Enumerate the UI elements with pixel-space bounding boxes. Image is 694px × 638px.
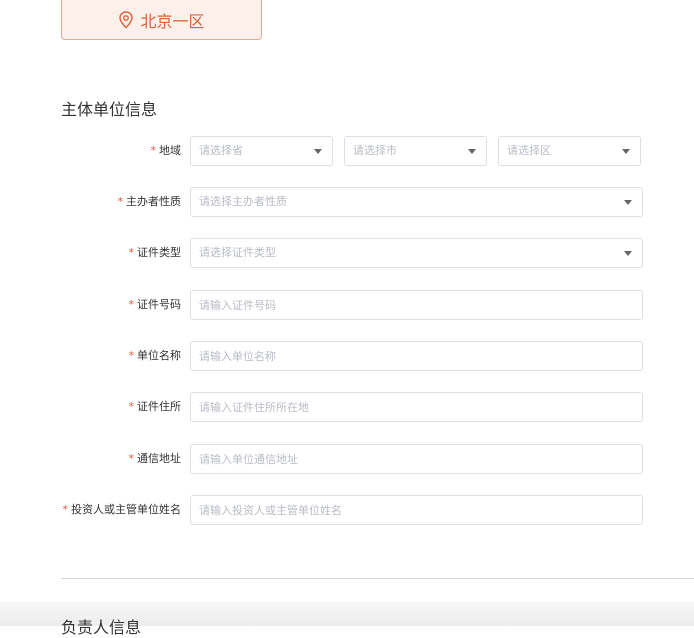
form-row-cert-address: * 证件住所: [0, 392, 694, 422]
cert-number-input[interactable]: [190, 290, 643, 320]
sponsor-nature-select[interactable]: 请选择主办者性质: [190, 187, 643, 217]
form-row-unit-name: * 单位名称: [0, 341, 694, 371]
required-mark: *: [150, 144, 157, 157]
sponsor-nature-label: * 主办者性质: [117, 195, 182, 208]
unit-name-label: * 单位名称: [128, 349, 182, 362]
province-select[interactable]: 请选择省: [190, 136, 333, 166]
form-row-cert-type: * 证件类型 请选择证件类型: [0, 238, 694, 268]
mail-address-label: * 通信地址: [128, 452, 182, 465]
form-row-sponsor-nature: * 主办者性质 请选择主办者性质: [0, 187, 694, 217]
cert-number-label: * 证件号码: [128, 298, 182, 311]
city-select[interactable]: 请选择市: [344, 136, 487, 166]
district-select[interactable]: 请选择区: [498, 136, 641, 166]
caret-down-icon: [622, 149, 630, 154]
section-title-responsible-person: 负责人信息: [61, 618, 142, 637]
caret-down-icon: [624, 200, 632, 205]
section-divider: [61, 578, 694, 579]
section-title-entity-info: 主体单位信息: [61, 100, 158, 119]
investor-label: * 投资人或主管单位姓名: [62, 503, 182, 516]
form-row-cert-number: * 证件号码: [0, 290, 694, 320]
location-pin-icon: [119, 10, 134, 28]
cert-address-label: * 证件住所: [128, 400, 182, 413]
form-row-region: * 地域 请选择省 请选择市 请选择区: [0, 136, 694, 166]
cert-address-input[interactable]: [190, 392, 643, 422]
caret-down-icon: [468, 149, 476, 154]
mail-address-input[interactable]: [190, 444, 643, 474]
caret-down-icon: [624, 251, 632, 256]
region-field-label: * 地域: [150, 144, 182, 157]
cert-type-label: * 证件类型: [128, 246, 182, 259]
region-label: 北京一区: [140, 11, 205, 31]
region-selector-button[interactable]: 北京一区: [61, 0, 262, 40]
cert-type-select[interactable]: 请选择证件类型: [190, 238, 643, 268]
form-row-mail-address: * 通信地址: [0, 444, 694, 474]
caret-down-icon: [314, 149, 322, 154]
investor-input[interactable]: [190, 495, 643, 525]
form-row-investor: * 投资人或主管单位姓名: [0, 495, 694, 525]
unit-name-input[interactable]: [190, 341, 643, 371]
